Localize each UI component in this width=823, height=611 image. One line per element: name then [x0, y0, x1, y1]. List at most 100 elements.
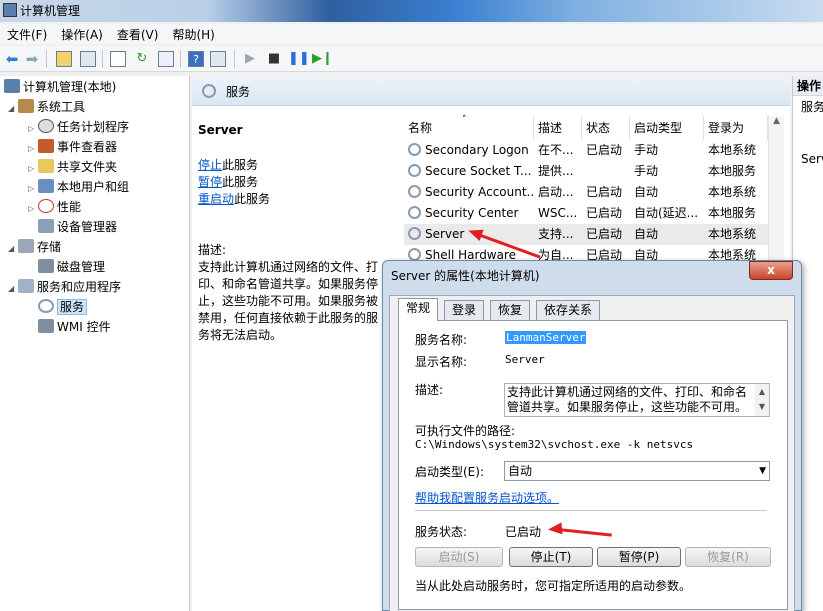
refresh-icon[interactable]: ↻ — [134, 51, 150, 67]
tree-local-users[interactable]: ▷ 本地用户和组 — [28, 177, 129, 197]
column-header-status[interactable]: 状态 — [582, 116, 630, 140]
computer-management-icon — [3, 3, 17, 17]
table-row[interactable]: Secondary Logon 在不... 已启动 手动 本地系统 — [404, 140, 768, 161]
export-icon[interactable] — [158, 51, 174, 67]
stop-icon[interactable]: ■ — [266, 51, 282, 67]
gear-icon — [408, 185, 421, 198]
expand-triangle-icon[interactable]: ▷ — [28, 119, 38, 139]
tab-logon[interactable]: 登录 — [444, 300, 485, 320]
column-header-name[interactable]: 名称 ˄ — [404, 115, 534, 140]
tree-event-viewer[interactable]: ▷ 事件查看器 — [28, 137, 117, 157]
gear-icon — [202, 84, 216, 98]
gear-icon — [408, 206, 421, 219]
pause-link[interactable]: 暂停 — [198, 175, 222, 189]
stop-link[interactable]: 停止 — [198, 158, 222, 172]
tree-performance[interactable]: ▷ 性能 — [28, 197, 81, 217]
users-icon — [38, 179, 54, 193]
pane-header: 服务 — [192, 76, 790, 106]
tab-general[interactable]: 常规 — [398, 298, 439, 321]
back-icon[interactable]: ⬅ — [4, 51, 20, 67]
expand-triangle-icon[interactable]: ▷ — [28, 139, 38, 159]
executable-path-label: 可执行文件的路径: — [415, 424, 516, 438]
display-name-label: 显示名称: — [415, 355, 468, 369]
tab-dependencies[interactable]: 依存关系 — [536, 300, 601, 320]
expand-triangle-icon[interactable]: ▷ — [28, 179, 38, 199]
scroll-up-icon[interactable]: ▲ — [773, 116, 780, 126]
clock-icon — [38, 119, 54, 133]
pause-button[interactable]: 暂停(P) — [597, 547, 681, 567]
column-header-startup-type[interactable]: 启动类型 — [630, 116, 704, 140]
wmi-icon — [38, 319, 54, 333]
collapse-triangle-icon[interactable]: ◢ — [8, 239, 18, 259]
tab-recovery[interactable]: 恢复 — [490, 300, 531, 320]
startup-type-label: 启动类型(E): — [415, 465, 484, 479]
table-row[interactable]: Security Account... 启动... 已启动 自动 本地系统 — [404, 182, 768, 203]
sort-ascending-icon: ˄ — [462, 115, 467, 125]
collapse-triangle-icon[interactable]: ◢ — [8, 279, 18, 299]
services-apps-icon — [18, 279, 34, 293]
collapse-triangle-icon[interactable]: ◢ — [8, 99, 18, 119]
executable-path-value[interactable]: C:\Windows\system32\svchost.exe -k netsv… — [415, 438, 693, 451]
tree-device-manager[interactable]: 设备管理器 — [38, 217, 117, 237]
play-icon[interactable]: ▶ — [242, 51, 258, 67]
computer-icon — [4, 79, 20, 93]
tree-services-apps[interactable]: ◢ 服务和应用程序 — [8, 277, 121, 297]
service-status-label: 服务状态: — [415, 525, 468, 539]
startup-type-select[interactable]: 自动 ▼ — [504, 461, 770, 481]
tree-shared-folders[interactable]: ▷ 共享文件夹 — [28, 157, 117, 177]
show-hide-tree-icon[interactable] — [80, 51, 96, 67]
resume-button[interactable]: 恢复(R) — [685, 547, 771, 567]
table-row-selected[interactable]: Server 支持... 已启动 自动 本地系统 — [404, 224, 768, 245]
action-services[interactable]: 服务 — [793, 96, 823, 118]
column-header-logon-as[interactable]: 登录为 — [704, 116, 768, 140]
restart-icon[interactable]: ▶❙ — [312, 51, 333, 67]
table-row[interactable]: Security Center WSC... 已启动 自动(延迟... 本地服务 — [404, 203, 768, 224]
service-name-label: 服务名称: — [415, 333, 468, 347]
menu-help[interactable]: 帮助(H) — [165, 24, 221, 45]
tools-icon — [18, 99, 34, 113]
column-header-description[interactable]: 描述 — [534, 116, 582, 140]
menu-view[interactable]: 查看(V) — [110, 24, 166, 45]
description-scrollbar[interactable]: ▲ ▼ — [755, 384, 769, 416]
tree-wmi[interactable]: WMI 控件 — [38, 317, 111, 337]
dialog-title: Server 的属性(本地计算机) — [391, 269, 540, 283]
help-icon[interactable]: ? — [188, 51, 204, 67]
tree-root[interactable]: 计算机管理(本地) — [4, 77, 116, 97]
pause-service-line: 暂停此服务 — [198, 175, 259, 189]
restart-service-line: 重启动此服务 — [198, 192, 271, 206]
title-bar: 计算机管理 — [0, 0, 823, 22]
pause-icon[interactable]: ❚❚ — [288, 51, 310, 67]
action-server[interactable]: Serv — [793, 148, 823, 170]
close-button[interactable]: x — [749, 261, 793, 280]
gear-icon — [38, 299, 54, 313]
expand-triangle-icon[interactable]: ▷ — [28, 159, 38, 179]
tree-storage[interactable]: ◢ 存储 — [8, 237, 61, 257]
stop-button[interactable]: 停止(T) — [509, 547, 593, 567]
expand-triangle-icon[interactable]: ▷ — [28, 199, 38, 219]
tree-task-scheduler[interactable]: ▷ 任务计划程序 — [28, 117, 129, 137]
menu-file[interactable]: 文件(F) — [0, 24, 54, 45]
services-list: 名称 ˄ 描述 状态 启动类型 登录为 Secondary Logon 在不...… — [404, 115, 790, 266]
tree-services[interactable]: 服务 — [38, 297, 88, 317]
display-name-value[interactable]: Server — [505, 353, 545, 366]
tree-disk-management[interactable]: 磁盘管理 — [38, 257, 105, 277]
general-tab-page: 服务名称: LanmanServer 显示名称: Server 描述: 支持此计… — [398, 320, 788, 610]
forward-icon[interactable]: ➡ — [24, 51, 40, 67]
service-name-value[interactable]: LanmanServer — [505, 331, 587, 344]
list-scrollbar[interactable]: ▲ — [768, 116, 784, 266]
table-row[interactable]: Secure Socket T... 提供... 手动 本地服务 — [404, 161, 768, 182]
show-hide-action-icon[interactable] — [210, 51, 226, 67]
description-textbox[interactable]: 支持此计算机通过网络的文件、打印、和命名管道共享。如果服务停止，这些功能不可用。… — [504, 383, 770, 417]
up-folder-icon[interactable] — [56, 51, 72, 67]
event-viewer-icon — [38, 139, 54, 153]
help-configure-link[interactable]: 帮助我配置服务启动选项。 — [415, 489, 559, 506]
menu-action[interactable]: 操作(A) — [54, 24, 110, 45]
restart-link[interactable]: 重启动 — [198, 192, 234, 206]
properties-icon[interactable] — [110, 51, 126, 67]
tree-system-tools[interactable]: ◢ 系统工具 — [8, 97, 85, 117]
description-label: 描述: — [415, 383, 444, 397]
toolbar: ⬅ ➡ ↻ ? ▶ ■ ❚❚ ▶❙ — [0, 46, 823, 72]
start-button[interactable]: 启动(S) — [415, 547, 503, 567]
start-parameters-hint: 当从此处启动服务时，您可指定所适用的启动参数。 — [415, 579, 692, 593]
chevron-down-icon[interactable]: ▼ — [759, 462, 766, 480]
